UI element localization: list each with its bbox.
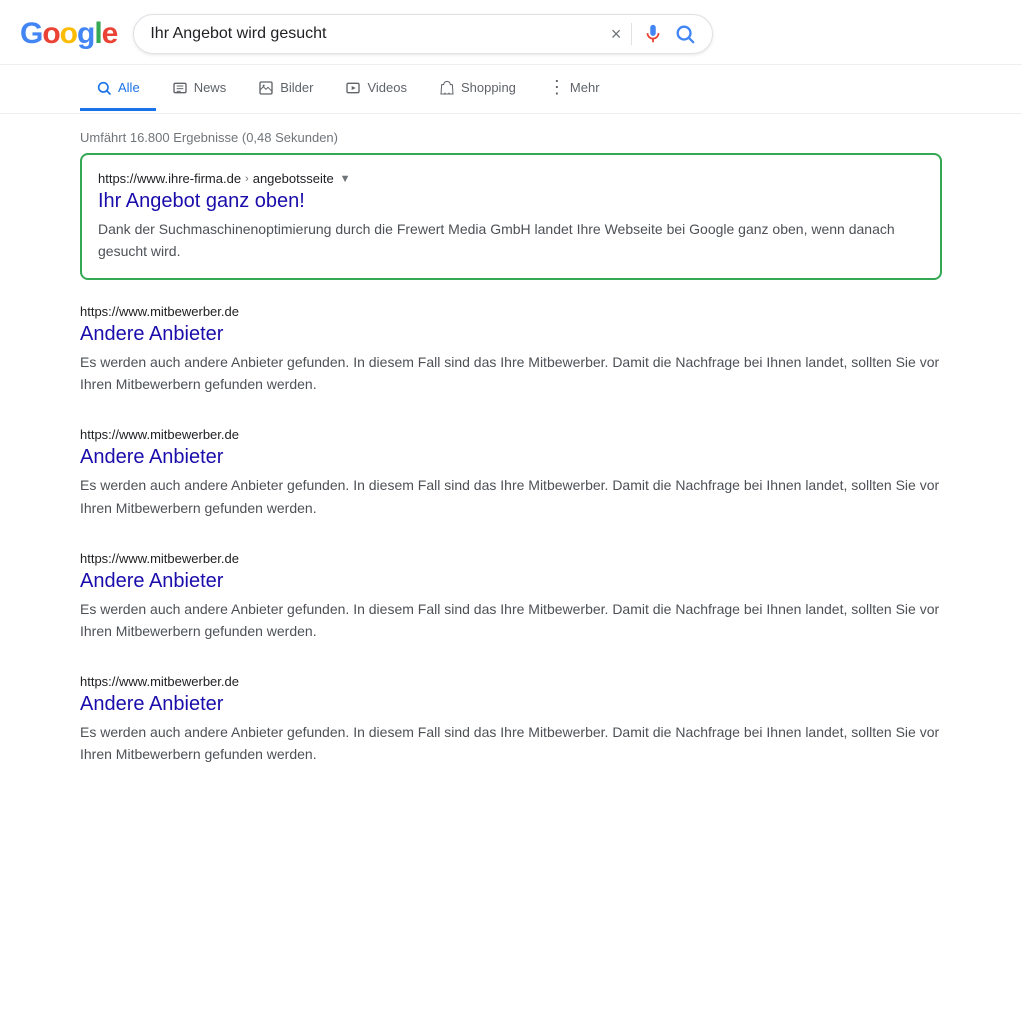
divider bbox=[631, 23, 632, 45]
google-logo[interactable]: Google bbox=[20, 17, 117, 51]
results-count: Umfährt 16.800 Ergebnisse (0,48 Sekunden… bbox=[80, 130, 338, 145]
result-item-4: https://www.mitbewerber.de Andere Anbiet… bbox=[80, 658, 942, 781]
result-item-3: https://www.mitbewerber.de Andere Anbiet… bbox=[80, 535, 942, 658]
result-url-text-1: https://www.mitbewerber.de bbox=[80, 304, 239, 319]
result-item-2: https://www.mitbewerber.de Andere Anbiet… bbox=[80, 411, 942, 534]
search-icons: × bbox=[611, 23, 697, 45]
result-url-text-4: https://www.mitbewerber.de bbox=[80, 674, 239, 689]
dropdown-arrow-icon[interactable]: ▼ bbox=[340, 173, 351, 185]
logo-e: e bbox=[102, 17, 118, 51]
tab-shopping-label: Shopping bbox=[461, 80, 516, 95]
tab-alle-label: Alle bbox=[118, 80, 140, 95]
result-snippet-4: Es werden auch andere Anbieter gefunden.… bbox=[80, 721, 942, 765]
result-url-1: https://www.mitbewerber.de bbox=[80, 304, 942, 319]
results-info: Umfährt 16.800 Ergebnisse (0,48 Sekunden… bbox=[0, 114, 1022, 153]
featured-result-snippet: Dank der Suchmaschinenoptimierung durch … bbox=[98, 218, 924, 262]
featured-result-title[interactable]: Ihr Angebot ganz oben! bbox=[98, 188, 924, 214]
tab-videos-label: Videos bbox=[367, 80, 407, 95]
shopping-icon bbox=[439, 80, 455, 96]
result-title-2[interactable]: Andere Anbieter bbox=[80, 444, 942, 470]
result-url-text-2: https://www.mitbewerber.de bbox=[80, 427, 239, 442]
mic-icon[interactable] bbox=[642, 23, 664, 45]
videos-icon bbox=[345, 80, 361, 96]
result-url-4: https://www.mitbewerber.de bbox=[80, 674, 942, 689]
logo-l: l bbox=[94, 17, 101, 51]
result-snippet-1: Es werden auch andere Anbieter gefunden.… bbox=[80, 351, 942, 395]
result-title-1[interactable]: Andere Anbieter bbox=[80, 321, 942, 347]
search-bar: × bbox=[133, 14, 713, 54]
logo-g: G bbox=[20, 17, 42, 51]
result-url-3: https://www.mitbewerber.de bbox=[80, 551, 942, 566]
tab-bilder[interactable]: Bilder bbox=[242, 68, 329, 111]
result-snippet-2: Es werden auch andere Anbieter gefunden.… bbox=[80, 474, 942, 518]
tab-videos[interactable]: Videos bbox=[329, 68, 423, 111]
tab-bilder-label: Bilder bbox=[280, 80, 313, 95]
search-button-icon[interactable] bbox=[674, 23, 696, 45]
result-item-1: https://www.mitbewerber.de Andere Anbiet… bbox=[80, 288, 942, 411]
logo-o1: o bbox=[42, 17, 59, 51]
logo-o2: o bbox=[60, 17, 77, 51]
result-title-3[interactable]: Andere Anbieter bbox=[80, 568, 942, 594]
result-snippet-3: Es werden auch andere Anbieter gefunden.… bbox=[80, 598, 942, 642]
mehr-dots-icon: ⋮ bbox=[548, 77, 564, 98]
result-url-2: https://www.mitbewerber.de bbox=[80, 427, 942, 442]
featured-url-text: https://www.ihre-firma.de bbox=[98, 171, 241, 186]
nav-tabs: Alle News Bilder Videos bbox=[0, 65, 1022, 114]
featured-result: https://www.ihre-firma.de › angebotsseit… bbox=[80, 153, 942, 280]
featured-breadcrumb: angebotsseite bbox=[253, 171, 334, 186]
search-tab-icon bbox=[96, 80, 112, 96]
clear-icon[interactable]: × bbox=[611, 24, 622, 45]
search-input[interactable] bbox=[150, 25, 602, 43]
tab-shopping[interactable]: Shopping bbox=[423, 68, 532, 111]
result-url-text-3: https://www.mitbewerber.de bbox=[80, 551, 239, 566]
tab-news[interactable]: News bbox=[156, 68, 243, 111]
news-icon bbox=[172, 80, 188, 96]
featured-result-url: https://www.ihre-firma.de › angebotsseit… bbox=[98, 171, 924, 186]
header: Google × bbox=[0, 0, 1022, 65]
result-title-4[interactable]: Andere Anbieter bbox=[80, 691, 942, 717]
images-icon bbox=[258, 80, 274, 96]
breadcrumb-arrow-icon: › bbox=[245, 173, 249, 185]
tab-mehr-label: Mehr bbox=[570, 80, 600, 95]
tab-mehr[interactable]: ⋮ Mehr bbox=[532, 65, 616, 113]
tab-alle[interactable]: Alle bbox=[80, 68, 156, 111]
results-container: https://www.ihre-firma.de › angebotsseit… bbox=[0, 153, 1022, 781]
tab-news-label: News bbox=[194, 80, 227, 95]
logo-g2: g bbox=[77, 17, 94, 51]
